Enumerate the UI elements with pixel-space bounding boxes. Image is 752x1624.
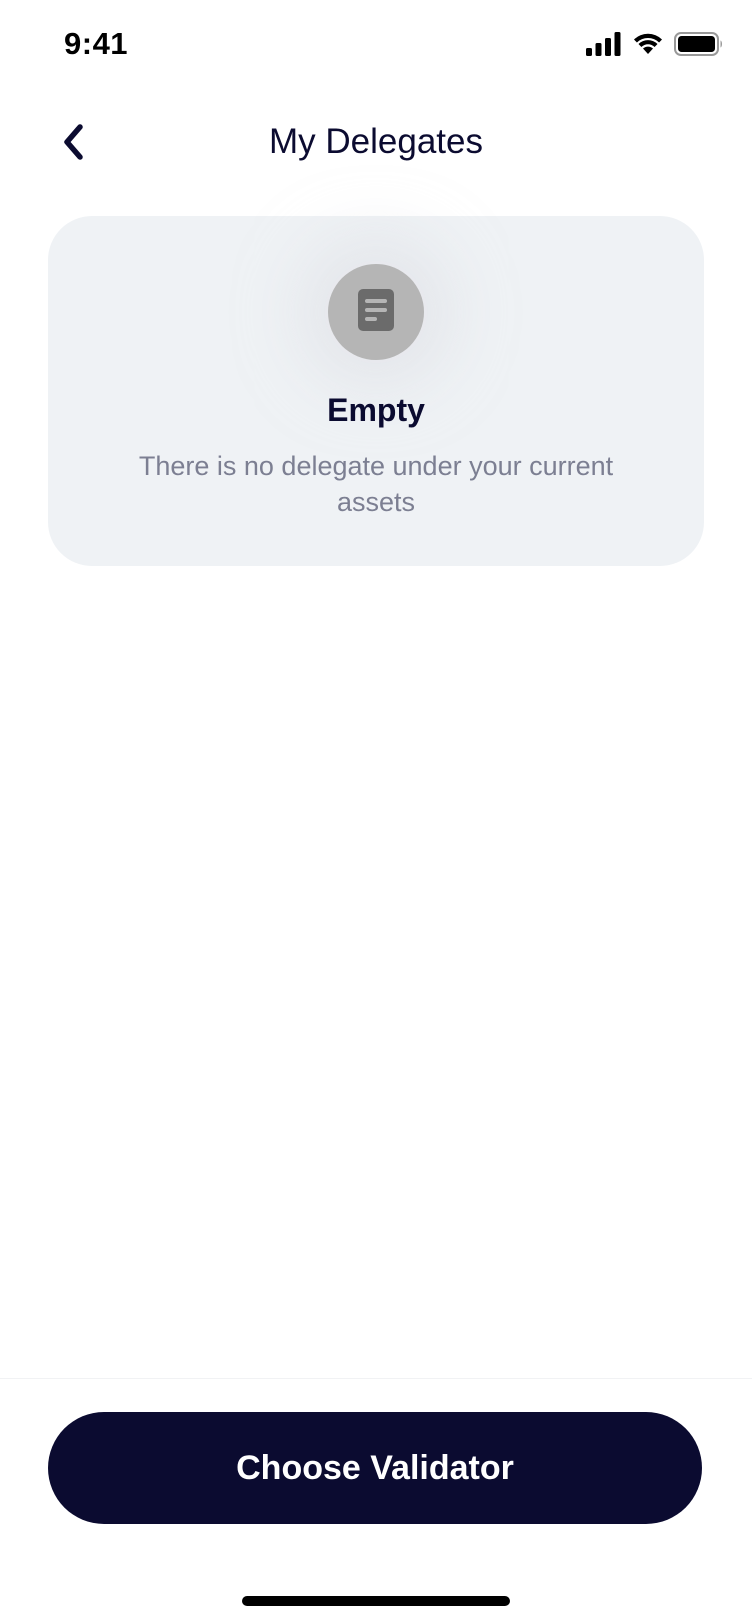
cellular-signal-icon	[586, 32, 622, 61]
status-time: 9:41	[64, 26, 129, 61]
wifi-icon	[632, 32, 664, 61]
empty-state-description: There is no delegate under your current …	[138, 451, 614, 517]
empty-state-card: Empty There is no delegate under your cu…	[48, 216, 704, 566]
choose-validator-button[interactable]: Choose Validator	[48, 1412, 702, 1524]
status-bar: 9:41	[0, 0, 752, 92]
page-title: My Delegates	[269, 122, 483, 161]
header: My Delegates	[0, 100, 752, 190]
battery-icon	[674, 32, 724, 61]
empty-state-title: Empty	[327, 392, 425, 428]
home-indicator	[242, 1596, 510, 1606]
footer-divider	[0, 1378, 752, 1379]
document-icon	[358, 288, 394, 336]
empty-state-icon-circle	[328, 264, 424, 360]
status-icons	[586, 32, 724, 61]
